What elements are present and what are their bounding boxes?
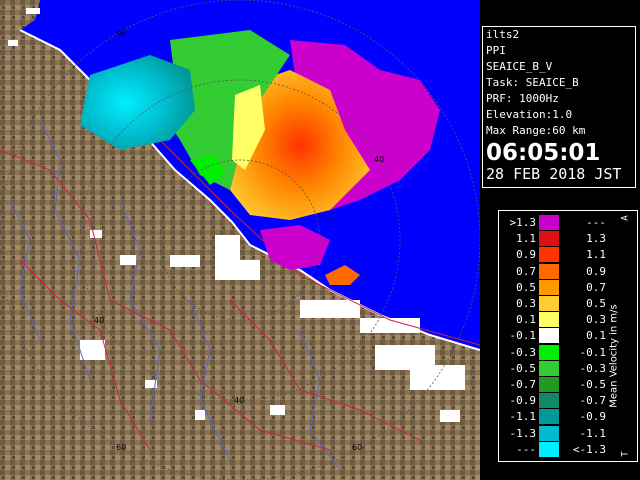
legend-color-swatch (539, 377, 559, 392)
legend-row: -0.9 -0.7 (499, 393, 619, 409)
legend-color-swatch (539, 263, 559, 279)
ring-label: 60 (116, 28, 126, 37)
legend-color-swatch (539, 328, 559, 344)
legend-color-swatch (539, 393, 559, 409)
legend-row: 1.1 1.3 (499, 231, 619, 247)
legend-lower-bound: -0.3 (509, 345, 537, 359)
legend-upper-bound: 0.1 (586, 329, 606, 343)
legend-upper-bound: 0.3 (586, 313, 606, 327)
legend-row: --- <-1.3 (499, 441, 619, 457)
legend-row: 0.5 0.7 (499, 279, 619, 295)
scan-date: 28 FEB 2018 JST (486, 165, 622, 183)
legend-row: -0.7 -0.5 (499, 377, 619, 392)
legend-upper-bound: -1.1 (579, 426, 607, 440)
prf-value: PRF: 1000Hz (486, 92, 559, 105)
legend-upper-bound: 1.1 (586, 248, 606, 262)
legend-color-swatch (539, 279, 559, 295)
legend-lower-bound: -1.3 (509, 426, 537, 440)
legend-upper-bound: -0.9 (579, 410, 607, 424)
legend-upper-bound: -0.7 (579, 394, 607, 408)
legend-lower-bound: 0.7 (516, 264, 536, 278)
radar-ppi-display[interactable]: 60 40 40 40 60 60 (0, 0, 480, 480)
legend-row: 0.7 0.9 (499, 263, 619, 279)
legend-lower-bound: 0.1 (516, 313, 536, 327)
legend-lower-bound: 0.9 (516, 248, 536, 262)
legend-color-swatch (539, 425, 559, 441)
info-panel: ilts2 PPI SEAICE_B_V Task: SEAICE_B PRF:… (480, 0, 640, 480)
legend-lower-bound: 0.5 (516, 280, 536, 294)
legend-upper-bound: --- (586, 216, 606, 229)
legend-lower-bound: -0.1 (509, 329, 537, 343)
legend-lower-bound: -0.5 (509, 361, 537, 375)
max-range-value: Max Range:60 km (486, 124, 586, 137)
ring-label: 40 (234, 396, 244, 405)
legend-upper-bound: 0.7 (586, 280, 606, 294)
velocity-legend: >1.3 --- 1.1 1.3 0.9 1.1 0.7 0.9 0.5 0.7 0.3 0.5 0.1… (498, 210, 638, 462)
legend-lower-bound: --- (516, 442, 536, 456)
legend-row: -1.3 -1.1 (499, 425, 619, 441)
legend-row: -0.5 -0.3 (499, 360, 619, 376)
scan-mode: PPI (486, 44, 506, 57)
legend-top-tick: A (620, 215, 631, 221)
legend-bottom-tick: T (620, 451, 631, 457)
legend-color-swatch (539, 231, 559, 247)
legend-color-swatch (539, 247, 559, 263)
legend-upper-bound: -0.3 (579, 361, 607, 375)
product-name: SEAICE_B_V (486, 60, 553, 73)
legend-color-swatch (539, 409, 559, 425)
scan-info-box: ilts2 PPI SEAICE_B_V Task: SEAICE_B PRF:… (482, 26, 636, 188)
ring-label: 40 (374, 155, 384, 164)
site-name: ilts2 (486, 28, 520, 41)
legend-color-swatch (539, 360, 559, 376)
legend-row: -1.1 -0.9 (499, 409, 619, 425)
legend-row: 0.3 0.5 (499, 296, 619, 311)
legend-row: -0.3 -0.1 (499, 344, 619, 360)
legend-lower-bound: -0.9 (509, 394, 537, 408)
legend-lower-bound: -1.1 (509, 410, 537, 424)
elevation-value: Elevation:1.0 (486, 108, 573, 121)
legend-row: 0.1 0.3 (499, 312, 619, 328)
legend-lower-bound: >1.3 (509, 216, 537, 229)
legend-color-swatch (539, 296, 559, 311)
task-name: Task: SEAICE_B (486, 76, 579, 89)
ring-label: 60 (352, 443, 362, 452)
ring-label: 60 (116, 443, 126, 452)
legend-row: >1.3 --- (499, 215, 619, 230)
legend-upper-bound: 0.5 (586, 297, 606, 310)
legend-lower-bound: -0.7 (509, 378, 537, 391)
scan-time: 06:05:01 (486, 140, 601, 166)
legend-upper-bound: 0.9 (586, 264, 606, 278)
legend-upper-bound: -0.5 (579, 378, 607, 391)
legend-unit-label: Mean Velocity in m/s (608, 304, 620, 408)
legend-row: 0.9 1.1 (499, 247, 619, 263)
legend-upper-bound: <-1.3 (572, 442, 606, 456)
legend-upper-bound: 1.3 (586, 232, 606, 246)
legend-color-swatch (539, 441, 559, 457)
legend-color-swatch (539, 312, 559, 328)
legend-color-swatch (539, 215, 559, 230)
legend-lower-bound: 0.3 (516, 297, 536, 310)
legend-color-swatch (539, 344, 559, 360)
legend-upper-bound: -0.1 (579, 345, 607, 359)
legend-row: -0.1 0.1 (499, 328, 619, 344)
ring-label: 40 (94, 316, 104, 325)
legend-lower-bound: 1.1 (516, 232, 536, 246)
